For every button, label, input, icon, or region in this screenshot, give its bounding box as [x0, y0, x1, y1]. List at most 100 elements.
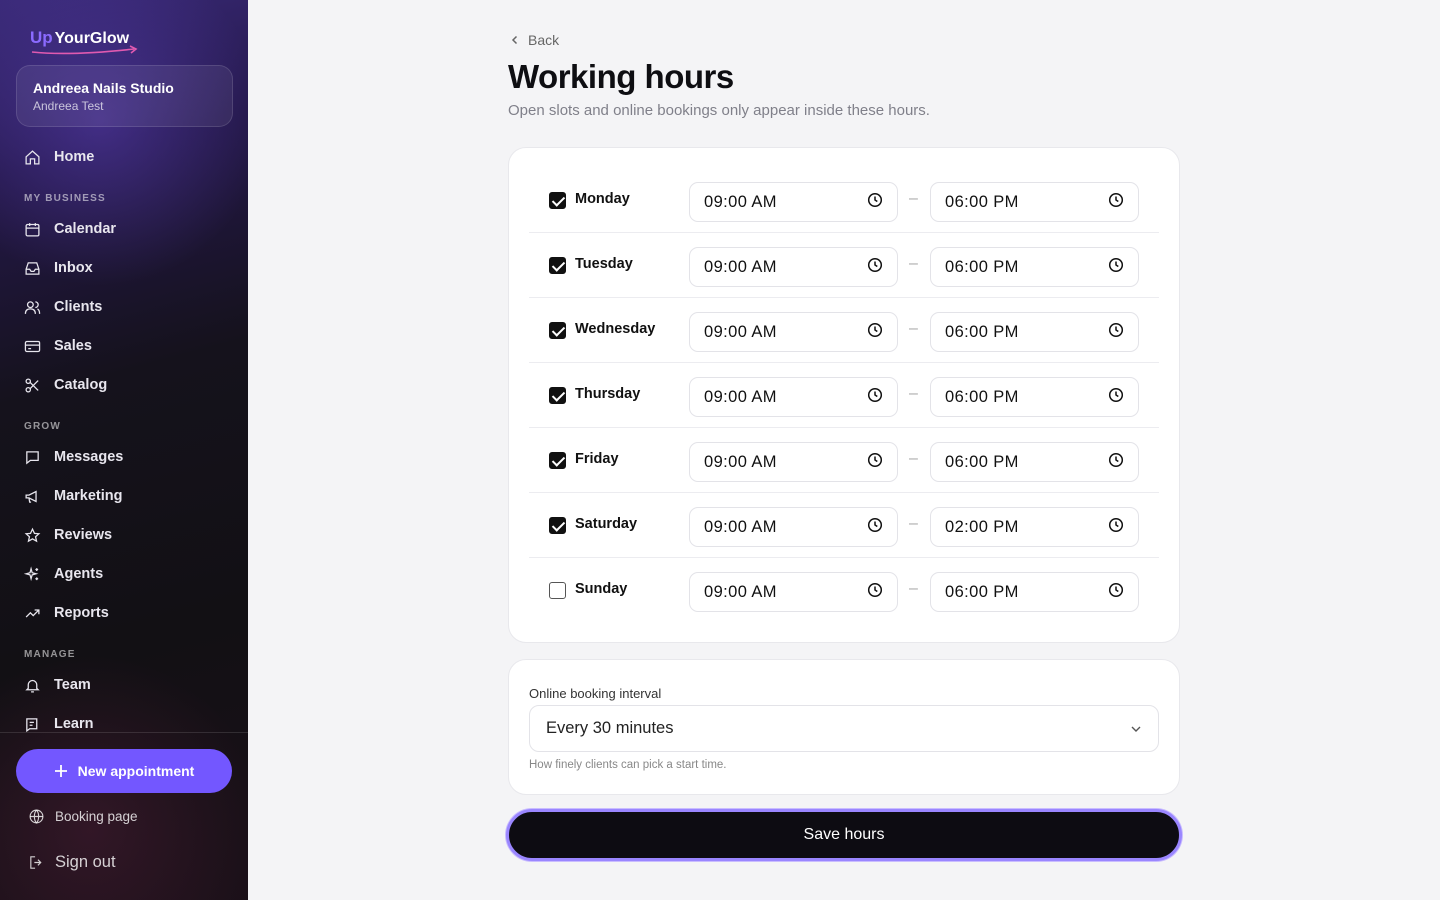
studio-name: Andreea Nails Studio: [33, 80, 174, 96]
sign-out-link[interactable]: Sign out: [28, 853, 116, 872]
clock-icon[interactable]: [867, 387, 883, 408]
day-checkbox[interactable]: [549, 257, 566, 274]
nav-label-clients: Clients: [54, 299, 103, 315]
clock-icon[interactable]: [867, 192, 883, 213]
save-hours-button[interactable]: Save hours: [506, 809, 1182, 861]
nav-label-marketing: Marketing: [54, 488, 123, 504]
start-time-input[interactable]: 09:00 AM: [689, 507, 898, 547]
end-time-value: 06:00 PM: [945, 452, 1019, 471]
nav-label-sales: Sales: [54, 338, 92, 354]
end-time-value: 06:00 PM: [945, 257, 1019, 276]
nav-item-clients[interactable]: Clients: [24, 295, 102, 319]
clock-icon[interactable]: [1108, 387, 1124, 408]
end-time-value: 06:00 PM: [945, 322, 1019, 341]
back-label: Back: [528, 32, 560, 48]
end-time-input[interactable]: 06:00 PM: [930, 572, 1139, 612]
new-appointment-button[interactable]: New appointment: [16, 749, 232, 793]
start-time-input[interactable]: 09:00 AM: [689, 572, 898, 612]
clock-icon[interactable]: [1108, 517, 1124, 538]
bell-icon: [25, 679, 40, 693]
day-row: Sunday 09:00 AM – 06:00 PM: [529, 558, 1159, 623]
time-separator: –: [909, 190, 918, 207]
day-label: Thursday: [575, 386, 641, 402]
day-row: Thursday 09:00 AM – 06:00 PM: [529, 363, 1159, 428]
end-time-input[interactable]: 06:00 PM: [930, 247, 1139, 287]
interval-select[interactable]: Every 30 minutes: [529, 705, 1159, 752]
start-time-input[interactable]: 09:00 AM: [689, 377, 898, 417]
clock-icon[interactable]: [1108, 257, 1124, 278]
end-time-input[interactable]: 06:00 PM: [930, 442, 1139, 482]
start-time-value: 09:00 AM: [704, 192, 777, 211]
interval-help: How finely clients can pick a start time…: [529, 759, 727, 771]
nav-item-home[interactable]: Home: [24, 145, 94, 169]
clock-icon[interactable]: [867, 322, 883, 343]
clock-icon[interactable]: [867, 257, 883, 278]
nav-item-marketing[interactable]: Marketing: [24, 484, 123, 508]
sidebar-divider: [0, 732, 248, 733]
end-time-input[interactable]: 06:00 PM: [930, 377, 1139, 417]
nav-item-inbox[interactable]: Inbox: [24, 256, 93, 280]
end-time-input[interactable]: 06:00 PM: [930, 182, 1139, 222]
app-logo[interactable]: Up YourGlow: [30, 28, 138, 55]
booking-interval-card: Online booking interval Every 30 minutes…: [508, 659, 1180, 795]
sidebar: Up YourGlow Andreea Nails Studio Andreea …: [0, 0, 248, 900]
time-separator: –: [909, 255, 918, 272]
clock-icon[interactable]: [867, 452, 883, 473]
clock-icon[interactable]: [1108, 322, 1124, 343]
nav-item-team[interactable]: Team: [24, 673, 91, 697]
nav-label-reviews: Reviews: [54, 527, 113, 543]
time-separator: –: [909, 515, 918, 532]
start-time-input[interactable]: 09:00 AM: [689, 442, 898, 482]
day-checkbox[interactable]: [549, 192, 566, 209]
nav-item-reviews[interactable]: Reviews: [24, 523, 112, 547]
day-checkbox[interactable]: [549, 387, 566, 404]
clock-icon[interactable]: [1108, 192, 1124, 213]
time-separator: –: [909, 385, 918, 402]
nav-item-calendar[interactable]: Calendar: [24, 217, 116, 241]
sign-out-label: Sign out: [55, 853, 116, 871]
start-time-input[interactable]: 09:00 AM: [689, 247, 898, 287]
day-label: Saturday: [575, 516, 638, 532]
day-checkbox[interactable]: [549, 452, 566, 469]
clock-icon[interactable]: [1108, 452, 1124, 473]
start-time-input[interactable]: 09:00 AM: [689, 182, 898, 222]
trending-up-icon: [25, 608, 40, 617]
start-time-input[interactable]: 09:00 AM: [689, 312, 898, 352]
back-link[interactable]: Back: [510, 32, 559, 48]
nav-label-calendar: Calendar: [54, 221, 117, 237]
nav-item-sales[interactable]: Sales: [24, 334, 92, 358]
clock-icon[interactable]: [867, 582, 883, 603]
studio-user: Andreea Test: [33, 99, 104, 113]
day-row: Wednesday 09:00 AM – 06:00 PM: [529, 298, 1159, 363]
logo-swoosh-icon: [31, 45, 138, 55]
start-time-value: 09:00 AM: [704, 257, 777, 276]
end-time-input[interactable]: 06:00 PM: [930, 312, 1139, 352]
calendar-icon: [25, 222, 40, 237]
day-checkbox[interactable]: [549, 517, 566, 534]
end-time-value: 02:00 PM: [945, 517, 1019, 536]
clock-icon[interactable]: [867, 517, 883, 538]
logout-icon: [30, 856, 42, 869]
nav-item-agents[interactable]: Agents: [24, 562, 103, 586]
nav-label-messages: Messages: [54, 449, 124, 465]
end-time-input[interactable]: 02:00 PM: [930, 507, 1139, 547]
credit-card-icon: [24, 340, 41, 352]
nav-item-messages[interactable]: Messages: [24, 445, 123, 469]
nav-label-catalog: Catalog: [54, 377, 108, 393]
day-checkbox[interactable]: [549, 322, 566, 339]
end-time-value: 06:00 PM: [945, 387, 1019, 406]
booking-page-link[interactable]: Booking page: [28, 808, 138, 825]
day-row: Tuesday 09:00 AM – 06:00 PM: [529, 233, 1159, 298]
start-time-value: 09:00 AM: [704, 582, 777, 601]
day-checkbox[interactable]: [549, 582, 566, 599]
studio-switcher[interactable]: Andreea Nails Studio Andreea Test: [16, 65, 233, 127]
inbox-icon: [25, 261, 40, 275]
nav-item-reports[interactable]: Reports: [24, 601, 109, 625]
nav-item-catalog[interactable]: Catalog: [24, 373, 107, 397]
end-time-value: 06:00 PM: [945, 582, 1019, 601]
nav-label-reports: Reports: [54, 605, 109, 621]
book-icon: [26, 717, 38, 732]
section-label-my-business: MY BUSINESS: [24, 193, 106, 204]
start-time-value: 09:00 AM: [704, 387, 777, 406]
clock-icon[interactable]: [1108, 582, 1124, 603]
